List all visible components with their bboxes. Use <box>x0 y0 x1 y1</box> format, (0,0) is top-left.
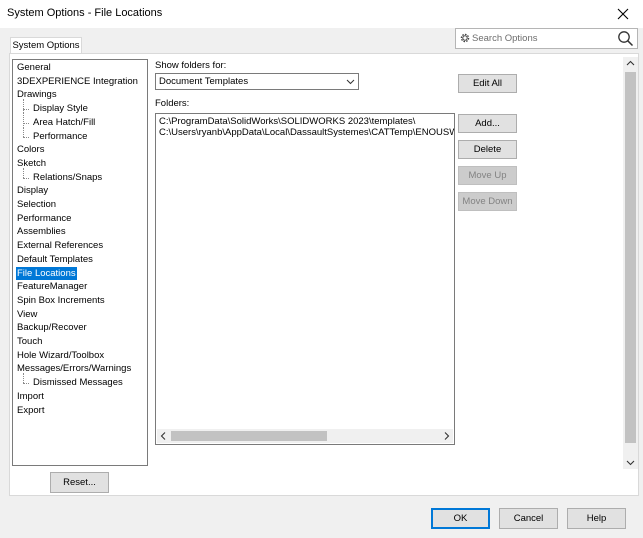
tree-item[interactable]: Performance <box>16 212 72 225</box>
tree-connector <box>23 383 29 385</box>
options-tree[interactable]: General 3DEXPERIENCE Integration Drawings D… <box>12 59 148 466</box>
tree-item[interactable]: File Locations <box>16 266 77 280</box>
tree-item[interactable]: View <box>16 308 38 321</box>
move-up-button[interactable]: Move Up <box>458 166 517 185</box>
tree-item[interactable]: Area Hatch/Fill <box>32 116 96 129</box>
tree-item[interactable]: 3DEXPERIENCE Integration <box>16 75 139 88</box>
tree-connector <box>23 112 24 127</box>
search-icon[interactable] <box>617 30 634 50</box>
move-down-button[interactable]: Move Down <box>458 192 517 211</box>
tree-item[interactable]: Display Style <box>32 102 89 115</box>
tree-item[interactable]: FeatureManager <box>16 280 88 293</box>
tree-item[interactable]: Messages/Errors/Warnings <box>16 362 132 375</box>
chevron-down-icon <box>346 79 355 85</box>
folders-list[interactable]: C:\ProgramData\SolidWorks\SOLIDWORKS 202… <box>155 113 455 445</box>
tab-system-options[interactable]: System Options <box>10 37 82 54</box>
tree-item[interactable]: External References <box>16 239 104 252</box>
chevron-up-icon[interactable] <box>625 59 636 68</box>
tree-item[interactable]: Sketch <box>16 157 47 170</box>
show-folders-label: Show folders for: <box>155 60 227 71</box>
tree-item[interactable]: Performance <box>32 130 88 143</box>
horizontal-scroll-thumb[interactable] <box>171 431 327 441</box>
ok-button[interactable]: OK <box>431 508 490 529</box>
tree-item[interactable]: Import <box>16 390 45 403</box>
chevron-left-icon[interactable] <box>159 431 168 441</box>
chevron-down-icon[interactable] <box>625 458 636 467</box>
cancel-button[interactable]: Cancel <box>499 508 558 529</box>
close-icon <box>617 8 629 20</box>
tree-connector <box>23 373 24 384</box>
tree-connector <box>23 136 29 138</box>
show-folders-dropdown[interactable]: Document Templates <box>155 73 359 90</box>
horizontal-scrollbar[interactable] <box>157 429 453 443</box>
tree-item[interactable]: Dismissed Messages <box>32 376 124 389</box>
tree-item[interactable]: Relations/Snaps <box>32 171 103 184</box>
close-button[interactable] <box>611 4 635 24</box>
help-button[interactable]: Help <box>567 508 626 529</box>
edit-all-button[interactable]: Edit All <box>458 74 517 93</box>
add-button[interactable]: Add... <box>458 114 517 133</box>
tree-connector <box>23 177 29 179</box>
tree-connector <box>23 167 24 178</box>
list-item[interactable]: C:\ProgramData\SolidWorks\SOLIDWORKS 202… <box>159 116 415 127</box>
tree-connector <box>23 99 24 113</box>
search-input[interactable] <box>472 31 612 46</box>
tree-item[interactable]: Hole Wizard/Toolbox <box>16 349 105 362</box>
chevron-right-icon[interactable] <box>442 431 451 441</box>
tree-item[interactable]: Touch <box>16 335 43 348</box>
show-folders-value: Document Templates <box>159 76 249 87</box>
tree-item[interactable]: Display <box>16 184 49 197</box>
tree-item[interactable]: General <box>16 61 52 74</box>
list-item[interactable]: C:\Users\ryanb\AppData\Local\DassaultSys… <box>159 127 454 138</box>
tree-connector <box>23 126 24 137</box>
title-bar: System Options - File Locations <box>0 0 643 28</box>
folders-label: Folders: <box>155 98 190 109</box>
tree-item[interactable]: Spin Box Increments <box>16 294 106 307</box>
gear-icon[interactable] <box>459 32 471 47</box>
vertical-scroll-thumb[interactable] <box>625 72 636 443</box>
tree-item[interactable]: Selection <box>16 198 57 211</box>
delete-button[interactable]: Delete <box>458 140 517 159</box>
tree-item[interactable]: Assemblies <box>16 225 67 238</box>
window-title: System Options - File Locations <box>7 7 163 19</box>
tree-item[interactable]: Colors <box>16 143 45 156</box>
reset-button[interactable]: Reset... <box>50 472 109 493</box>
search-box[interactable] <box>455 28 638 49</box>
tree-item[interactable]: Default Templates <box>16 253 94 266</box>
tree-item[interactable]: Export <box>16 404 45 417</box>
vertical-scrollbar[interactable] <box>623 57 638 469</box>
tree-item[interactable]: Backup/Recover <box>16 321 88 334</box>
